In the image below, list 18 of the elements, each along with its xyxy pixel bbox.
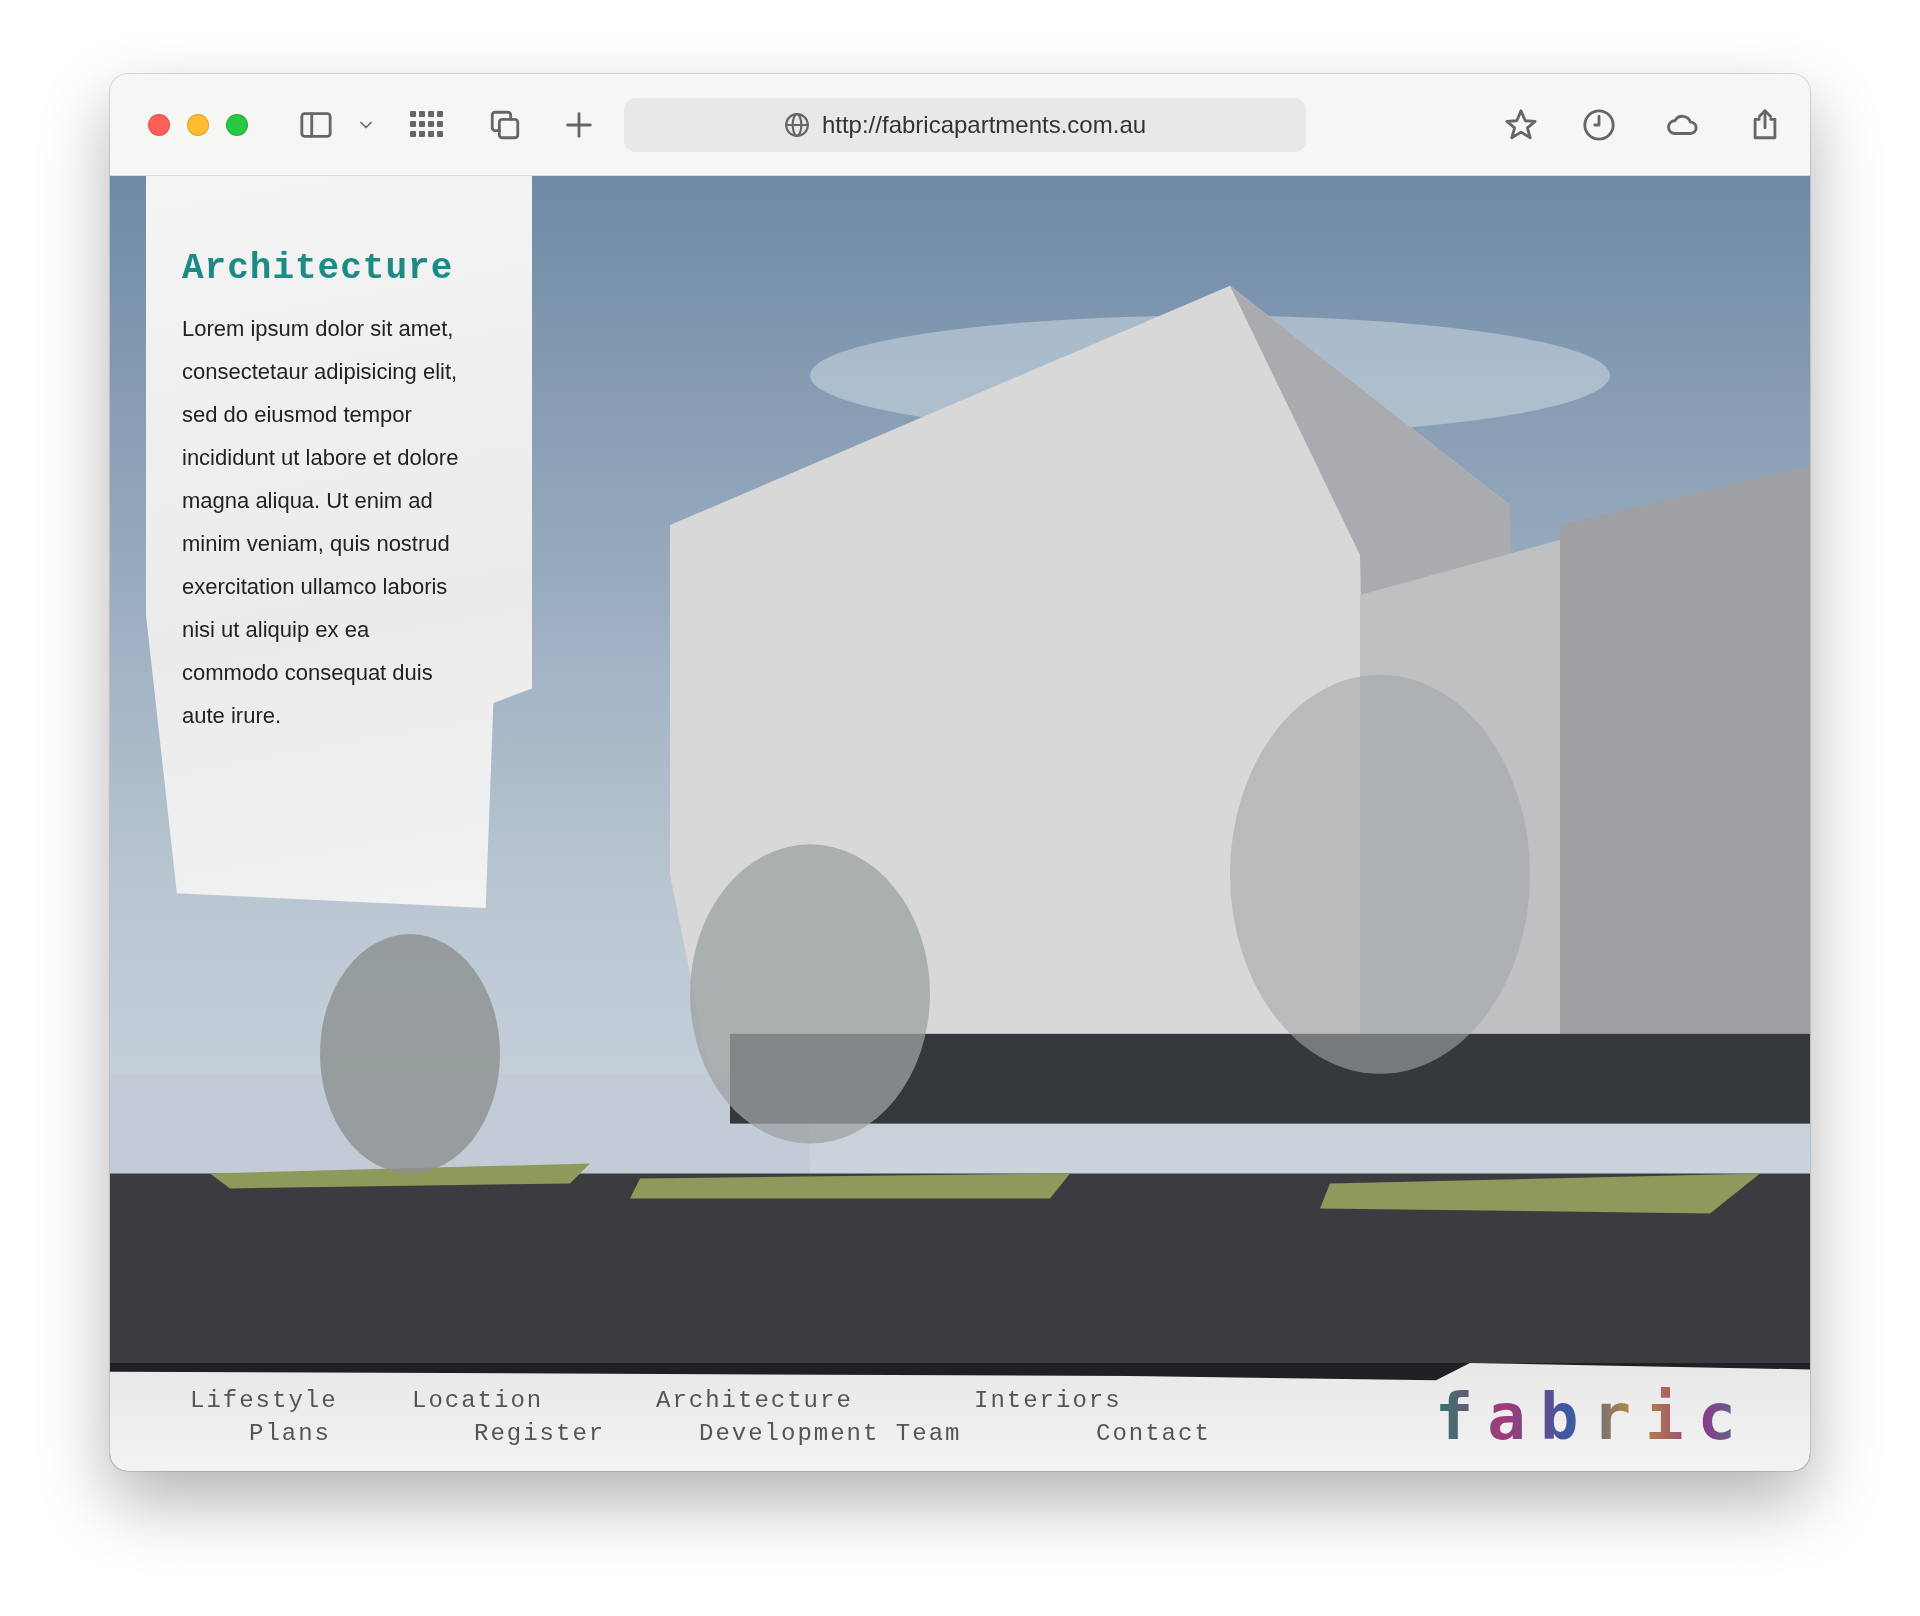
address-bar[interactable]: http://fabricapartments.com.au bbox=[624, 97, 1306, 152]
nav-link[interactable]: Interiors bbox=[974, 1387, 1211, 1414]
close-button[interactable] bbox=[148, 113, 170, 136]
url-text: http://fabricapartments.com.au bbox=[821, 110, 1147, 139]
nav-link[interactable]: Location bbox=[412, 1387, 656, 1414]
nav-link[interactable]: Lifestyle bbox=[190, 1387, 412, 1414]
nav-link[interactable]: Contact bbox=[1096, 1420, 1211, 1447]
card-text: Lorem ipsum dolor sit amet, consectetaur adipisicing elit, sed do eiusmod tempor incididunt ut labore et dolore magna aliqua. Ut enim ad minim veniam, quis nostrud exercitation ullamco laboris nisi ut aliquip ex ea commodo consequat duis aute irure. bbox=[182, 315, 460, 730]
nav-link[interactable]: Architecture bbox=[656, 1387, 974, 1414]
grid-icon bbox=[410, 110, 444, 139]
nav-link[interactable]: Development Team bbox=[699, 1420, 1096, 1447]
maximize-button[interactable] bbox=[226, 113, 248, 136]
nav-link[interactable]: Plans bbox=[249, 1420, 474, 1447]
clock-icon bbox=[1582, 107, 1616, 142]
nav-link[interactable]: Register bbox=[474, 1420, 699, 1447]
card-title: Architecture bbox=[182, 248, 455, 289]
star-icon bbox=[1504, 107, 1538, 142]
globe-icon bbox=[783, 111, 810, 138]
